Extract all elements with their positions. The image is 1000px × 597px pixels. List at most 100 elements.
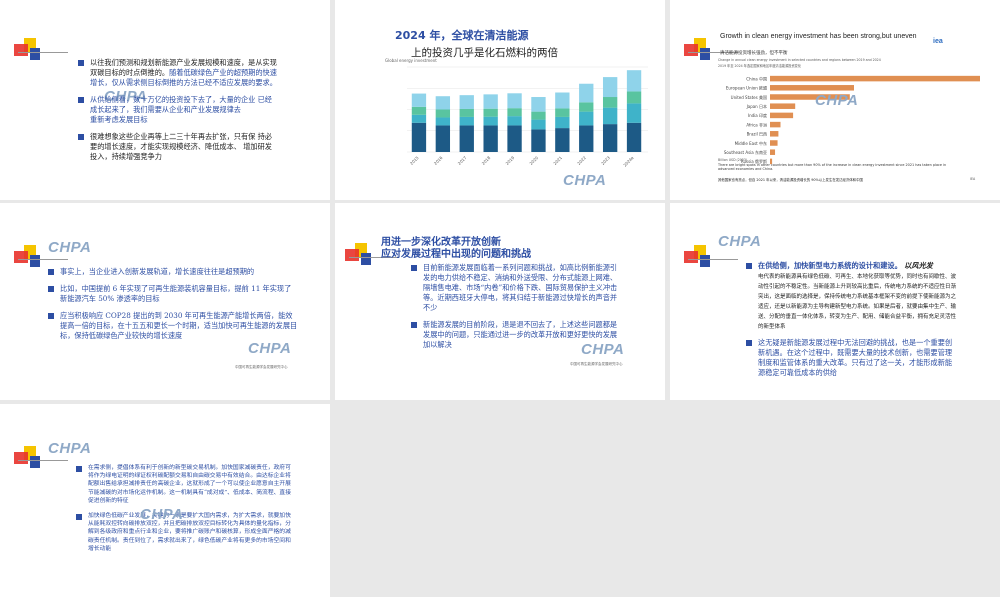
slide-2[interactable]: 2024 年，全球在清洁能源 上的投资几乎是化石燃料的两倍 Global ene…	[335, 0, 665, 200]
bar-segment	[602, 107, 618, 125]
chpa-logo: CHPA	[48, 239, 92, 256]
bar-segment	[435, 125, 451, 152]
bar-segment	[483, 116, 498, 126]
chpa-logo: CHPA	[48, 440, 92, 457]
bar	[770, 103, 796, 109]
chart-unit: Billion USD (2023)	[718, 158, 748, 162]
bar-segment	[579, 83, 594, 103]
bar-segment	[555, 108, 570, 117]
slide-footnote: 中国可再生能源学会发展研究中心	[570, 362, 623, 366]
decorative-squares-icon	[14, 446, 68, 472]
bar-segment	[459, 116, 474, 126]
chpa-logo: CHPA	[718, 233, 762, 250]
slide-3[interactable]: Growth in clean energy investment has be…	[670, 0, 1000, 200]
slide-5-title-line-2: 应对发展过程中出现的问题和挑战	[381, 249, 531, 260]
slide-3-title-cn: 清洁能源投资增长强劲，但不平衡	[720, 51, 788, 56]
bar-segment	[602, 97, 618, 108]
y-tick-label: United States 美国	[731, 94, 767, 100]
chpa-logo: CHPA	[815, 92, 859, 109]
bar-segment	[555, 92, 570, 109]
bar-segment	[579, 125, 594, 152]
bar-segment	[507, 125, 522, 152]
bar-segment	[483, 125, 498, 152]
bullet-paragraph: 加快绿色低碳产业发展，关键的一条是要扩大国内需求，为扩大需求，就要加快从能耗双控…	[76, 512, 296, 553]
bar-segment	[531, 111, 546, 120]
bar-segment	[531, 129, 546, 152]
bar-segment	[602, 124, 618, 152]
bar-segment	[411, 93, 427, 107]
bar-segment	[531, 97, 546, 112]
y-tick-label: Southeast Asia 东南亚	[724, 149, 767, 155]
bar-segment	[579, 111, 594, 126]
chart-heading-en: Change in annual clean energy investment…	[718, 58, 881, 62]
x-tick-label: 2016	[433, 155, 444, 166]
chart-heading-cn: 2019 年至 2024 年选定国家和地区年度清洁能源投资变化	[718, 64, 802, 68]
y-tick-label: Middle East 中东	[735, 140, 767, 146]
slide-7[interactable]: CHPA 在需求侧，提倡体系有利于创新的新型碳交易机制。加快国家减碳责任，政府可…	[0, 404, 330, 597]
x-tick-label: 2024e	[622, 155, 635, 168]
bar-segment	[507, 116, 522, 126]
x-tick-label: 2022	[576, 155, 587, 166]
bar	[770, 149, 776, 155]
chpa-logo: CHPA	[563, 172, 607, 189]
clean-investment-hbar-chart: China 中国 European Union 欧盟 United States 美…	[724, 75, 980, 164]
slide-2-title-line-1: 2024 年，全球在清洁能源	[395, 29, 529, 42]
bullet-paragraph: 在供给侧，加快新型电力系统的设计和建设。 以风光发 电代表的新能源具有绿色低碳、可…	[746, 261, 956, 331]
chart-footer-cn: 其他国家也有亮点，但自 2021 年以来，清洁能源投资增长的 90%以上发生在发…	[718, 178, 863, 182]
x-tick-label: 2017	[457, 155, 468, 166]
x-tick-label: 2020	[528, 155, 539, 166]
y-tick-label: Japan 日本	[746, 103, 767, 109]
y-tick-label: China 中国	[746, 75, 767, 81]
x-tick-label: 2018	[481, 155, 492, 166]
decorative-squares-icon	[14, 38, 68, 64]
investment-bar-chart: 2015 2016 2017 2018 2019 2020 2021 2022 2023 2024…	[407, 66, 648, 168]
slide-4-body: 事实上，当企业进入创新发展轨道，增长速度往往是超预期的 比如，中国提前 6 年实…	[48, 267, 298, 348]
bar-segment	[459, 125, 474, 152]
x-tick-label: 2019	[505, 155, 516, 166]
decorative-squares-icon	[684, 245, 738, 271]
y-tick-label: Africa 非洲	[746, 121, 767, 127]
bar-segment	[555, 116, 570, 129]
bar	[770, 112, 794, 119]
bar-segment	[507, 108, 522, 117]
bar-segment	[411, 106, 427, 115]
y-tick-label: European Union 欧盟	[726, 85, 767, 91]
bar	[770, 75, 980, 82]
bar-segment	[459, 108, 474, 117]
slide-footnote: 中国可再生能源学会发展研究中心	[235, 365, 288, 369]
slide-4[interactable]: CHPA CHPA 事实上，当企业进入创新发展轨道，增长速度往往是超预期的 比如…	[0, 203, 330, 400]
decorative-squares-icon	[345, 243, 399, 269]
bar	[770, 131, 779, 137]
bullet-paragraph: 应当积极响应 COP28 提出的到 2030 年可再生能源产能增长两倍，能效提高…	[48, 311, 298, 341]
y-tick-label: India 印度	[748, 112, 767, 118]
x-tick-label: 2015	[409, 155, 420, 166]
bar	[770, 121, 781, 128]
bar	[770, 140, 778, 146]
bullet-paragraph: 以往我们预测和规划新能源产业发展规模和速度，是从实现双碳目标的时点倒推的。随着低…	[78, 58, 278, 88]
slide-5[interactable]: 用进一步深化改革开放创新 应对发展过程中出现的问题和挑战 目前新能源发展面临着一…	[335, 203, 665, 400]
slide-1-body: 以往我们预测和规划新能源产业发展规模和速度，是从实现双碳目标的时点倒推的。随着低…	[78, 58, 278, 169]
bullet-paragraph: 在需求侧，提倡体系有利于创新的新型碳交易机制。加快国家减碳责任，政府可将作为绿电…	[76, 464, 296, 505]
bar-segment	[435, 109, 451, 118]
bar-segment	[602, 77, 618, 98]
bar-segment	[483, 108, 498, 117]
chpa-logo: CHPA	[581, 341, 625, 358]
bar-segment	[626, 91, 642, 104]
slide-7-body: 在需求侧，提倡体系有利于创新的新型碳交易机制。加快国家减碳责任，政府可将作为绿电…	[76, 464, 296, 560]
bar-segment	[555, 128, 570, 152]
bar-segment	[411, 122, 427, 152]
bar	[770, 85, 854, 91]
slide-1[interactable]: CHPA 以往我们预测和规划新能源产业发展规模和速度，是从实现双碳目标的时点倒推…	[0, 0, 330, 200]
page-label: IEA	[970, 177, 976, 181]
bar-segment	[626, 103, 642, 123]
slide-6[interactable]: CHPA 在供给侧，加快新型电力系统的设计和建设。 以风光发 电代表的新能源具有绿…	[670, 203, 1000, 400]
bullet-paragraph: 事实上，当企业进入创新发展轨道，增长速度往往是超预期的	[48, 267, 298, 277]
bullet-paragraph: 很难想象这些企业再等上二三十年再去扩张，只有保 持必要的增长速度，才能实现规模经…	[78, 132, 278, 162]
bullet-paragraph: 比如，中国提前 6 年实现了可再生能源装机容量目标，提前 11 年实现了新能源汽…	[48, 284, 298, 304]
decorative-squares-icon	[684, 38, 738, 64]
x-tick-label: 2021	[552, 155, 563, 166]
slide-grid: CHPA 以往我们预测和规划新能源产业发展规模和速度，是从实现双碳目标的时点倒推…	[0, 0, 1000, 597]
bar-segment	[483, 94, 498, 109]
y-tick-label: Brazil 巴西	[747, 132, 767, 137]
bullet-paragraph: 从供给侧看，数十万亿的投资投下去了，大量的企业 已经成长起来了，我们需要从企业和…	[78, 95, 278, 125]
